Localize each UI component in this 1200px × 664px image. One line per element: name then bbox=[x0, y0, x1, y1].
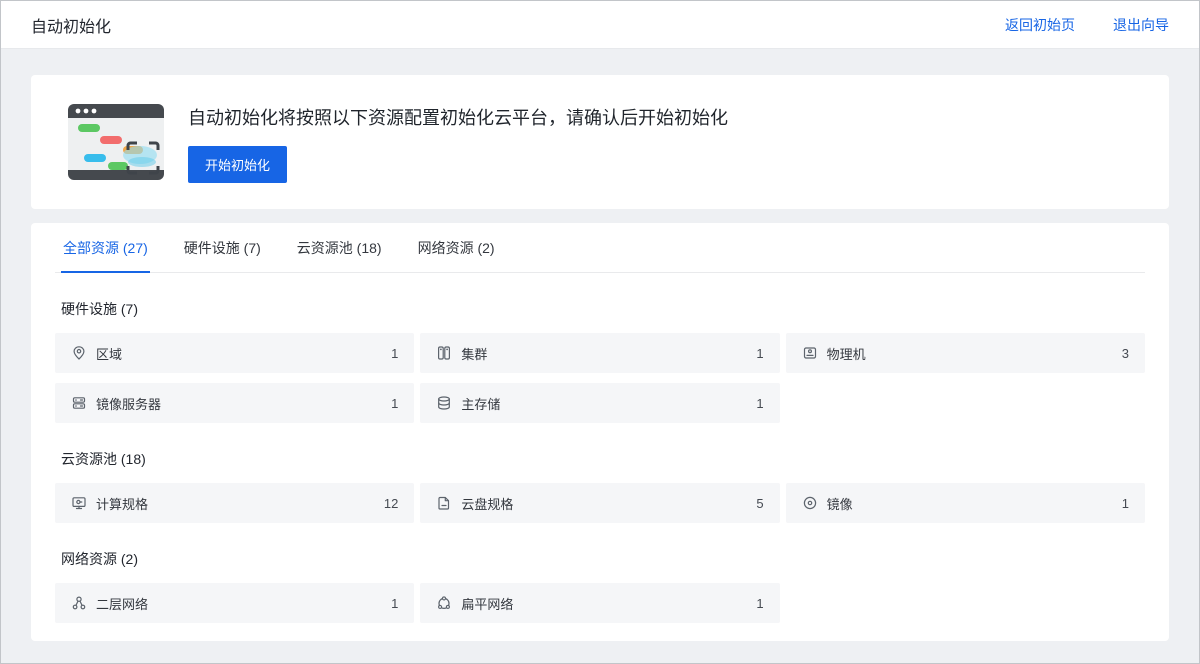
section-cloud-resource-pool-grid: 计算规格 12 云盘规格 5 镜像 1 bbox=[55, 483, 1145, 523]
instance-offering-icon bbox=[71, 495, 87, 511]
start-initialization-button[interactable]: 开始初始化 bbox=[188, 146, 287, 183]
resource-count: 1 bbox=[391, 346, 398, 361]
zone-icon bbox=[71, 345, 87, 361]
image-server-icon bbox=[71, 395, 87, 411]
disk-offering-icon bbox=[436, 495, 452, 511]
page-title: 自动初始化 bbox=[31, 13, 111, 37]
tab-hardware-facilities[interactable]: 硬件设施 (7) bbox=[182, 223, 263, 273]
exit-wizard-link[interactable]: 退出向导 bbox=[1113, 15, 1169, 35]
resource-label: 计算规格 bbox=[96, 494, 148, 513]
resource-count: 3 bbox=[1122, 346, 1129, 361]
resource-count: 1 bbox=[391, 396, 398, 411]
sections: 硬件设施 (7) 区域 1 集群 1 物理机 3 镜像服务器 1 主存储 1 云资源池 (18) 计算规… bbox=[55, 299, 1145, 623]
flat-network-icon bbox=[436, 595, 452, 611]
resource-item: 云盘规格 5 bbox=[420, 483, 779, 523]
resource-count: 1 bbox=[1122, 496, 1129, 511]
section-cloud-resource-pool-title: 云资源池 (18) bbox=[61, 449, 1139, 469]
app-window-scan-icon bbox=[66, 98, 166, 186]
resource-label: 物理机 bbox=[827, 344, 866, 363]
host-icon bbox=[802, 345, 818, 361]
section-network-resources-grid: 二层网络 1 扁平网络 1 bbox=[55, 583, 1145, 623]
section-hardware-facilities-grid: 区域 1 集群 1 物理机 3 镜像服务器 1 主存储 1 bbox=[55, 333, 1145, 423]
tab-cloud-resource-pool[interactable]: 云资源池 (18) bbox=[295, 223, 384, 273]
resource-count: 5 bbox=[756, 496, 763, 511]
resource-item: 区域 1 bbox=[55, 333, 414, 373]
resource-count: 1 bbox=[756, 346, 763, 361]
resource-item: 物理机 3 bbox=[786, 333, 1145, 373]
resource-item: 主存储 1 bbox=[420, 383, 779, 423]
resource-count: 12 bbox=[384, 496, 398, 511]
resource-label: 主存储 bbox=[461, 394, 500, 413]
resource-count: 1 bbox=[756, 596, 763, 611]
section-hardware-facilities-title: 硬件设施 (7) bbox=[61, 299, 1139, 319]
resource-item: 集群 1 bbox=[420, 333, 779, 373]
resource-count: 1 bbox=[391, 596, 398, 611]
top-bar: 自动初始化 返回初始页 退出向导 bbox=[1, 1, 1199, 49]
primary-storage-icon bbox=[436, 395, 452, 411]
l2-network-icon bbox=[71, 595, 87, 611]
resources-card: 全部资源 (27) 硬件设施 (7) 云资源池 (18) 网络资源 (2) 硬件设施 … bbox=[31, 223, 1169, 641]
tab-all-resources[interactable]: 全部资源 (27) bbox=[61, 223, 150, 273]
resource-label: 二层网络 bbox=[96, 594, 148, 613]
resource-count: 1 bbox=[756, 396, 763, 411]
resource-item: 二层网络 1 bbox=[55, 583, 414, 623]
image-icon bbox=[802, 495, 818, 511]
top-bar-links: 返回初始页 退出向导 bbox=[1005, 15, 1169, 35]
tabs: 全部资源 (27) 硬件设施 (7) 云资源池 (18) 网络资源 (2) bbox=[55, 223, 1145, 273]
banner-card: 自动初始化将按照以下资源配置初始化云平台，请确认后开始初始化 开始初始化 bbox=[31, 75, 1169, 209]
resource-item: 计算规格 12 bbox=[55, 483, 414, 523]
resource-item: 扁平网络 1 bbox=[420, 583, 779, 623]
resource-label: 区域 bbox=[96, 344, 122, 363]
section-network-resources-title: 网络资源 (2) bbox=[61, 549, 1139, 569]
resource-item: 镜像服务器 1 bbox=[55, 383, 414, 423]
resource-label: 镜像服务器 bbox=[96, 394, 161, 413]
resource-label: 镜像 bbox=[827, 494, 853, 513]
banner-description: 自动初始化将按照以下资源配置初始化云平台，请确认后开始初始化 bbox=[188, 104, 728, 130]
back-to-start-link[interactable]: 返回初始页 bbox=[1005, 15, 1075, 35]
resource-label: 扁平网络 bbox=[461, 594, 513, 613]
cluster-icon bbox=[436, 345, 452, 361]
tab-network-resources[interactable]: 网络资源 (2) bbox=[416, 223, 497, 273]
resource-label: 集群 bbox=[461, 344, 487, 363]
resource-item: 镜像 1 bbox=[786, 483, 1145, 523]
resource-label: 云盘规格 bbox=[461, 494, 513, 513]
